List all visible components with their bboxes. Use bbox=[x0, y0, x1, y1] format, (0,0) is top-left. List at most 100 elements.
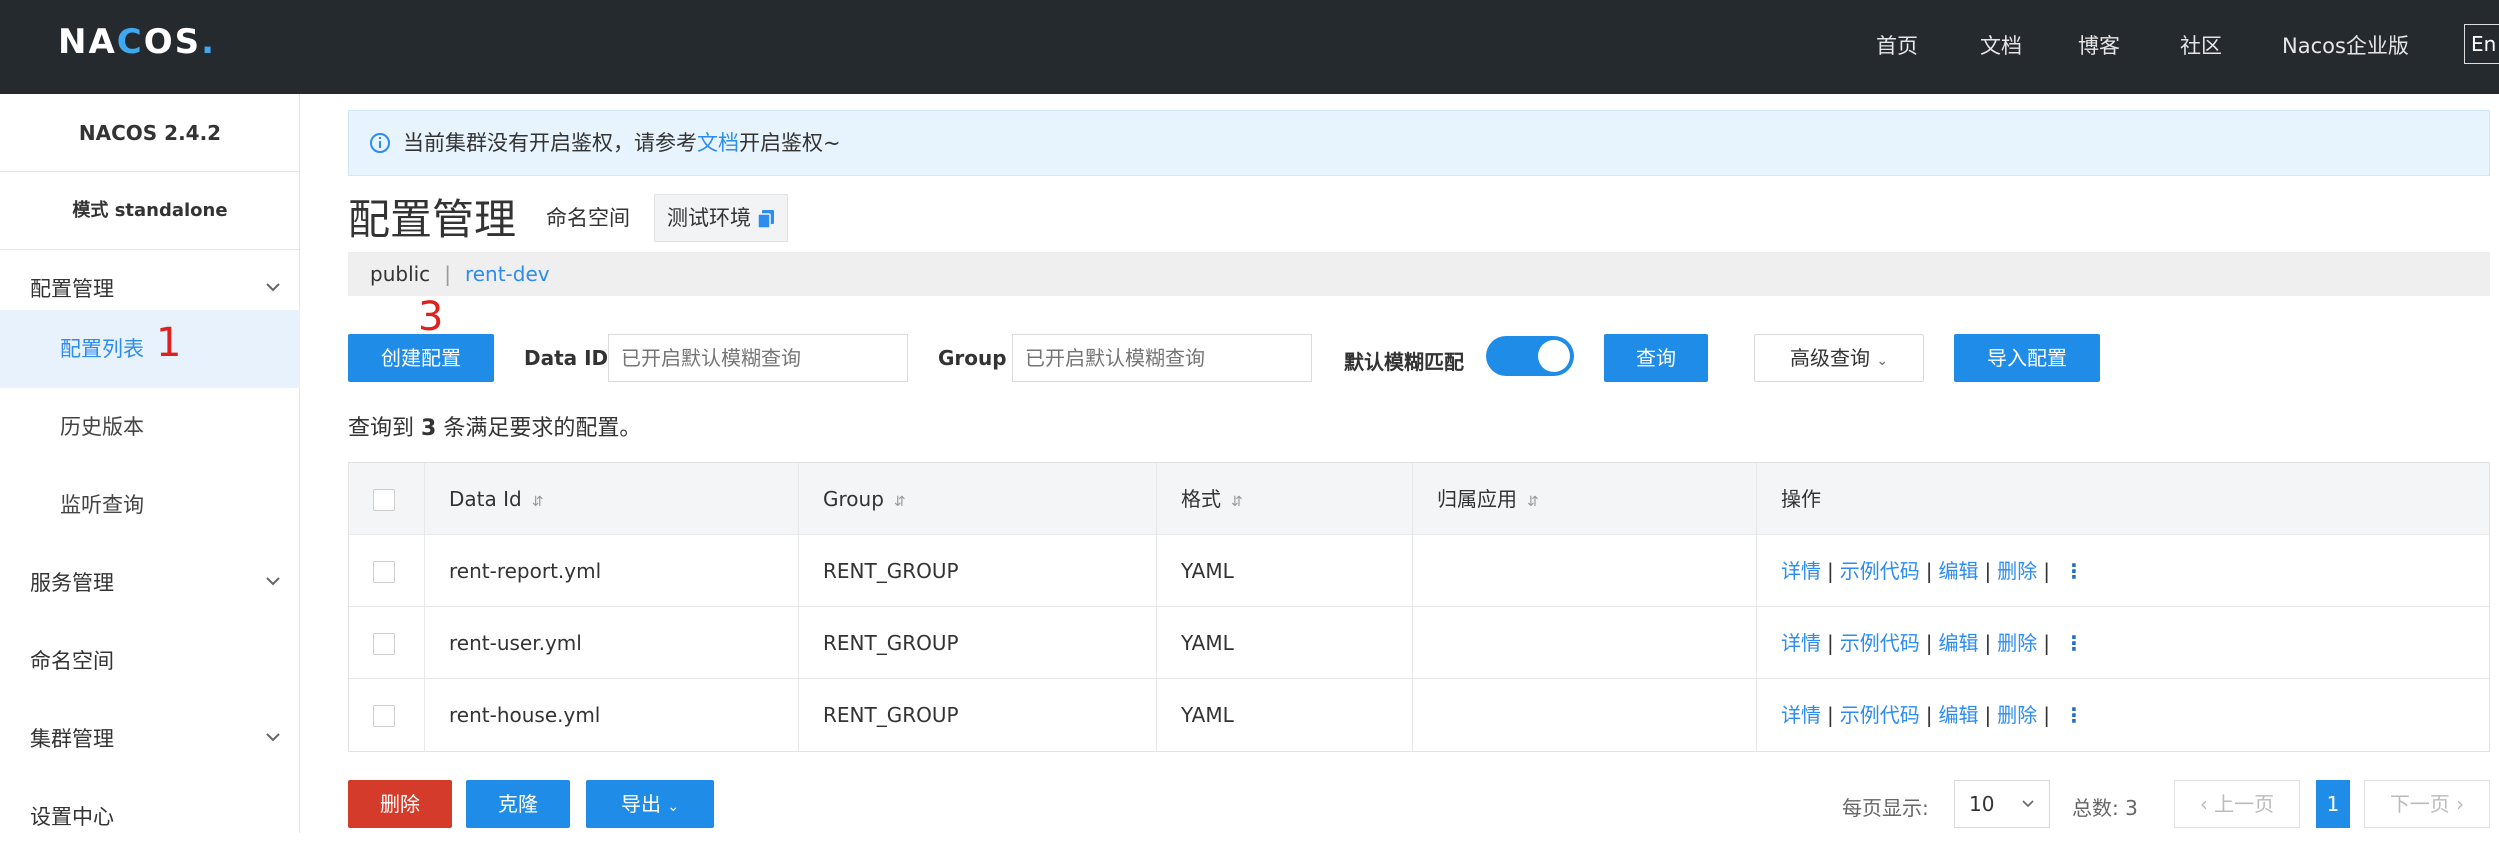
detail-link[interactable]: 详情 bbox=[1781, 703, 1821, 727]
op-separator: | bbox=[1827, 703, 1834, 727]
result-count: 3 bbox=[421, 416, 437, 441]
actions-cell: 详情 | 示例代码 | 编辑 | 删除 | ⋮ bbox=[1757, 535, 2491, 607]
sidebar-item-config-list[interactable]: 配置列表 bbox=[0, 310, 300, 388]
sample-code-link[interactable]: 示例代码 bbox=[1840, 703, 1920, 727]
more-actions-icon[interactable]: ⋮ bbox=[2064, 607, 2084, 679]
delete-link[interactable]: 删除 bbox=[1997, 631, 2037, 655]
page-size-select[interactable]: 10 bbox=[1954, 780, 2050, 828]
copy-icon[interactable] bbox=[757, 209, 775, 229]
nacos-logo[interactable]: NACOS. bbox=[58, 22, 216, 62]
namespace-separator: | bbox=[444, 262, 451, 286]
prev-page-button[interactable]: ‹ 上一页 bbox=[2174, 780, 2300, 828]
row-checkbox[interactable] bbox=[373, 705, 395, 727]
sidebar-item-listener[interactable]: 监听查询 bbox=[0, 466, 300, 544]
sample-code-link[interactable]: 示例代码 bbox=[1840, 631, 1920, 655]
result-prefix: 查询到 bbox=[348, 416, 415, 441]
advanced-query-button[interactable]: 高级查询 ⌄ bbox=[1754, 334, 1924, 382]
actions-cell: 详情 | 示例代码 | 编辑 | 删除 | ⋮ bbox=[1757, 679, 2491, 751]
detail-link[interactable]: 详情 bbox=[1781, 559, 1821, 583]
data-id-cell: rent-house.yml bbox=[425, 679, 799, 751]
select-all-checkbox[interactable] bbox=[373, 489, 395, 511]
delete-link[interactable]: 删除 bbox=[1997, 703, 2037, 727]
row-checkbox[interactable] bbox=[373, 633, 395, 655]
fuzzy-match-toggle[interactable] bbox=[1486, 336, 1574, 376]
alert-text: 当前集群没有开启鉴权，请参考 bbox=[403, 131, 697, 155]
select-cell bbox=[349, 679, 425, 751]
version-label: NACOS 2.4.2 bbox=[0, 94, 300, 172]
annotation-mark-1: 1 bbox=[156, 320, 182, 366]
row-checkbox[interactable] bbox=[373, 561, 395, 583]
clone-button[interactable]: 克隆 bbox=[466, 780, 570, 828]
header-format[interactable]: 格式 ⇵ bbox=[1157, 463, 1413, 535]
mode-label: 模式 standalone bbox=[0, 172, 300, 250]
nav-docs[interactable]: 文档 bbox=[1980, 28, 2022, 64]
chevron-down-icon bbox=[266, 577, 280, 586]
nav-home[interactable]: 首页 bbox=[1876, 28, 1918, 64]
export-label: 导出 bbox=[620, 792, 661, 816]
op-separator: | bbox=[1984, 559, 1992, 583]
batch-delete-button[interactable]: 删除 bbox=[348, 780, 452, 828]
chevron-down-icon bbox=[2022, 800, 2034, 808]
namespace-tab-public[interactable]: public bbox=[370, 262, 430, 286]
query-button[interactable]: 查询 bbox=[1604, 334, 1708, 382]
sort-icon[interactable]: ⇵ bbox=[532, 466, 544, 538]
op-separator: | bbox=[1984, 703, 1992, 727]
edit-link[interactable]: 编辑 bbox=[1939, 559, 1979, 583]
op-separator: | bbox=[1827, 559, 1834, 583]
edit-link[interactable]: 编辑 bbox=[1939, 631, 1979, 655]
app-cell bbox=[1413, 535, 1757, 607]
table-header-row: Data Id ⇵ Group ⇵ 格式 ⇵ 归属应用 ⇵ 操作 bbox=[349, 463, 2489, 535]
chevron-left-icon: ‹ bbox=[2199, 792, 2215, 816]
group-cell: RENT_GROUP bbox=[799, 607, 1157, 679]
chevron-down-icon: ⌄ bbox=[1876, 353, 1889, 369]
sidebar-group-settings[interactable]: 设置中心 bbox=[0, 778, 300, 856]
sort-icon[interactable]: ⇵ bbox=[1231, 466, 1243, 538]
header-actions: 操作 bbox=[1757, 463, 2491, 535]
export-button[interactable]: 导出 ⌄ bbox=[586, 780, 714, 828]
chevron-down-icon bbox=[266, 283, 280, 292]
nav-blog[interactable]: 博客 bbox=[2078, 28, 2120, 64]
next-page-button[interactable]: 下一页 › bbox=[2364, 780, 2490, 828]
delete-link[interactable]: 删除 bbox=[1997, 559, 2037, 583]
data-id-cell: rent-user.yml bbox=[425, 607, 799, 679]
sidebar-item-namespace[interactable]: 命名空间 bbox=[0, 622, 300, 700]
op-separator: | bbox=[1925, 631, 1933, 655]
toggle-knob bbox=[1538, 340, 1570, 372]
column-label: Data Id bbox=[449, 487, 522, 511]
more-actions-icon[interactable]: ⋮ bbox=[2064, 535, 2084, 607]
detail-link[interactable]: 详情 bbox=[1781, 631, 1821, 655]
sidebar-group-cluster[interactable]: 集群管理 bbox=[0, 700, 300, 778]
sort-icon[interactable]: ⇵ bbox=[894, 466, 906, 538]
result-suffix: 条满足要求的配置。 bbox=[443, 416, 642, 441]
header-app[interactable]: 归属应用 ⇵ bbox=[1413, 463, 1757, 535]
header-group[interactable]: Group ⇵ bbox=[799, 463, 1157, 535]
nav-enterprise[interactable]: Nacos企业版 bbox=[2282, 28, 2409, 64]
sidebar-group-label: 服务管理 bbox=[30, 571, 114, 595]
import-config-button[interactable]: 导入配置 bbox=[1954, 334, 2100, 382]
data-id-input[interactable] bbox=[608, 334, 908, 382]
edit-link[interactable]: 编辑 bbox=[1939, 703, 1979, 727]
group-input[interactable] bbox=[1012, 334, 1312, 382]
sidebar: NACOS 2.4.2 模式 standalone 配置管理 配置列表 历史版本… bbox=[0, 94, 300, 833]
header-data-id[interactable]: Data Id ⇵ bbox=[425, 463, 799, 535]
page-size-label: 每页显示: bbox=[1842, 796, 1929, 820]
sidebar-item-history[interactable]: 历史版本 bbox=[0, 388, 300, 466]
sample-code-link[interactable]: 示例代码 bbox=[1840, 559, 1920, 583]
create-config-button[interactable]: 创建配置 bbox=[348, 334, 494, 382]
current-page-button[interactable]: 1 bbox=[2316, 780, 2350, 828]
sidebar-group-service[interactable]: 服务管理 bbox=[0, 544, 300, 622]
alert-docs-link[interactable]: 文档 bbox=[697, 131, 739, 155]
language-switch-button[interactable]: En bbox=[2464, 24, 2499, 64]
sort-icon[interactable]: ⇵ bbox=[1527, 466, 1539, 538]
select-cell bbox=[349, 607, 425, 679]
namespace-tab-rent-dev[interactable]: rent-dev bbox=[465, 262, 550, 286]
top-header: NACOS. 首页 文档 博客 社区 Nacos企业版 En bbox=[0, 0, 2499, 94]
data-id-label: Data ID bbox=[524, 346, 609, 370]
op-separator: | bbox=[1827, 631, 1834, 655]
op-separator: | bbox=[1925, 559, 1933, 583]
more-actions-icon[interactable]: ⋮ bbox=[2064, 679, 2084, 751]
column-label: 操作 bbox=[1781, 487, 1821, 511]
namespace-label: 命名空间 bbox=[546, 206, 630, 230]
nav-community[interactable]: 社区 bbox=[2180, 28, 2222, 64]
column-label: 格式 bbox=[1181, 487, 1221, 511]
